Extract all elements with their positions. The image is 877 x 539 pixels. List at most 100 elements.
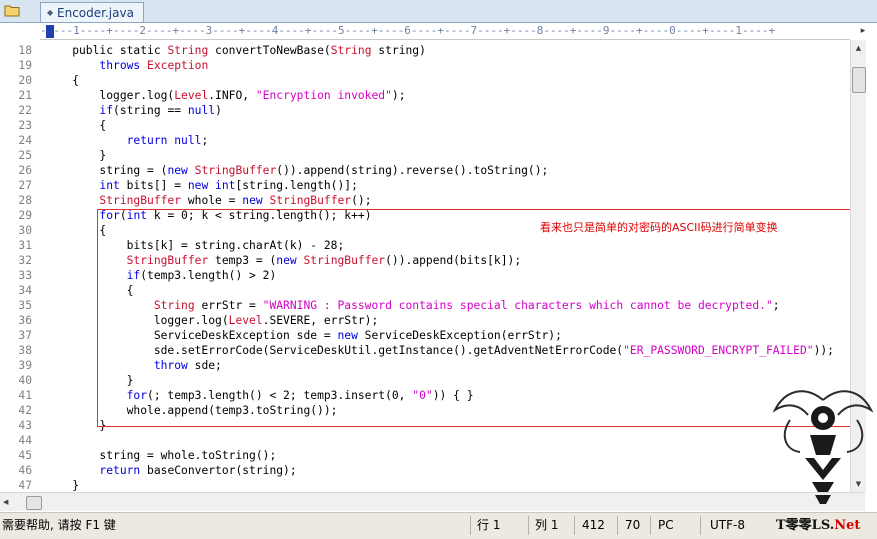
code-token: logger.log( [45,89,175,102]
code-token: { [45,284,134,297]
code-text[interactable]: for(; temp3.length() < 2; temp3.insert(0… [45,388,474,403]
code-token: "ER_PASSWORD_ENCRYPT_FAILED" [623,344,814,357]
scroll-left-arrow-icon[interactable]: ◀ [3,496,13,508]
code-token: whole = [181,194,243,207]
code-token: throws [99,59,141,72]
code-text[interactable]: sde.setErrorCode(ServiceDeskUtil.getInst… [45,343,834,358]
code-text[interactable]: bits[k] = string.charAt(k) - 28; [45,238,345,253]
code-line[interactable]: 31 bits[k] = string.charAt(k) - 28; [0,238,850,253]
code-text[interactable]: } [45,478,79,492]
code-line[interactable]: 47 } [0,478,850,492]
code-token: StringBuffer [194,164,277,177]
code-line[interactable]: 18 public static String convertToNewBase… [0,43,850,58]
line-number: 47 [18,479,32,492]
code-text[interactable]: if(string == null) [45,103,222,118]
code-line[interactable]: 37 ServiceDeskException sde = new Servic… [0,328,850,343]
code-line[interactable]: 27 int bits[] = new int[string.length()]… [0,178,850,193]
code-text[interactable]: return null; [45,133,209,148]
code-text[interactable]: logger.log(Level.INFO, "Encryption invok… [45,88,405,103]
code-text[interactable]: StringBuffer temp3 = (new StringBuffer()… [45,253,522,268]
code-text[interactable]: for(int k = 0; k < string.length(); k++) [45,208,371,223]
code-token: public static [45,44,168,57]
code-text[interactable]: } [45,373,134,388]
folder-icon[interactable] [4,4,20,17]
code-editor[interactable]: 18 public static String convertToNewBase… [0,40,850,492]
code-line[interactable]: 40 } [0,373,850,388]
code-line[interactable]: 33 if(temp3.length() > 2) [0,268,850,283]
code-token: { [45,119,107,132]
code-text[interactable]: { [45,118,106,133]
code-line[interactable]: 39 throw sde; [0,358,850,373]
code-line[interactable]: 36 logger.log(Level.SEVERE, errStr); [0,313,850,328]
code-text[interactable]: ServiceDeskException sde = new ServiceDe… [45,328,562,343]
code-line[interactable]: 26 string = (new StringBuffer()).append(… [0,163,850,178]
tab-encoder-java[interactable]: ◆ Encoder.java [40,2,144,22]
line-number: 36 [18,314,32,327]
code-line[interactable]: 46 return baseConvertor(string); [0,463,850,478]
line-number: 43 [18,419,32,432]
code-line[interactable]: 21 logger.log(Level.INFO, "Encryption in… [0,88,850,103]
line-number: 26 [18,164,32,177]
line-number: 33 [18,269,32,282]
status-line-ending: PC [658,518,674,532]
code-text[interactable]: string = whole.toString(); [45,448,276,463]
code-token: (); [351,194,372,207]
code-line[interactable]: 22 if(string == null) [0,103,850,118]
code-text[interactable]: throw sde; [45,358,222,373]
code-line[interactable]: 25 } [0,148,850,163]
code-line[interactable]: 23 { [0,118,850,133]
code-line[interactable]: 41 for(; temp3.length() < 2; temp3.inser… [0,388,850,403]
code-token: string = whole.toString(); [45,449,277,462]
watermark-text: T零零LS.Net [776,518,861,533]
code-line[interactable]: 32 StringBuffer temp3 = (new StringBuffe… [0,253,850,268]
code-text[interactable]: { [45,283,134,298]
code-line[interactable]: 28 StringBuffer whole = new StringBuffer… [0,193,850,208]
code-line[interactable]: 44 [0,433,850,448]
code-line[interactable]: 43 } [0,418,850,433]
code-text[interactable]: { [45,73,79,88]
status-encoding: UTF-8 [710,518,745,532]
code-text[interactable]: String errStr = "WARNING : Password cont… [45,298,780,313]
vertical-scroll-thumb[interactable] [852,67,866,93]
code-token: String [153,299,195,312]
code-token: ) [215,104,222,117]
code-token: StringBuffer [99,194,182,207]
code-text[interactable]: string = (new StringBuffer()).append(str… [45,163,548,178]
code-text[interactable]: public static String convertToNewBase(St… [45,43,426,58]
code-token: ()).append(string).reverse().toString(); [276,164,549,177]
scroll-up-arrow-icon[interactable]: ▲ [851,40,866,56]
code-token: for [126,389,148,402]
code-line[interactable]: 34 { [0,283,850,298]
code-text[interactable]: logger.log(Level.SEVERE, errStr); [45,313,378,328]
code-text[interactable]: int bits[] = new int[string.length()]; [45,178,357,193]
code-token: String [167,44,209,57]
code-token: ServiceDeskException(errStr); [357,329,562,342]
code-text[interactable]: whole.append(temp3.toString()); [45,403,338,418]
code-line[interactable]: 38 sde.setErrorCode(ServiceDeskUtil.getI… [0,343,850,358]
code-text[interactable]: } [45,148,106,163]
line-number: 46 [18,464,32,477]
code-text[interactable]: if(temp3.length() > 2) [45,268,277,283]
line-number: 18 [18,44,32,57]
code-line[interactable]: 24 return null; [0,133,850,148]
line-number: 20 [18,74,32,87]
code-text[interactable]: StringBuffer whole = new StringBuffer(); [45,193,372,208]
code-line[interactable]: 42 whole.append(temp3.toString()); [0,403,850,418]
code-line[interactable]: 19 throws Exception [0,58,850,73]
line-number: 25 [18,149,32,162]
horizontal-scrollbar[interactable]: ◀ [0,492,865,511]
code-text[interactable]: { [45,223,106,238]
code-text[interactable]: return baseConvertor(string); [45,463,296,478]
horizontal-scroll-thumb[interactable] [26,496,42,510]
code-line[interactable]: 45 string = whole.toString(); [0,448,850,463]
code-text[interactable]: } [45,418,106,433]
code-line[interactable]: 35 String errStr = "WARNING : Password c… [0,298,850,313]
code-text[interactable]: throws Exception [45,58,208,73]
code-token: "Encryption invoked" [255,89,392,102]
code-token: new [167,164,188,177]
code-line[interactable]: 20 { [0,73,850,88]
